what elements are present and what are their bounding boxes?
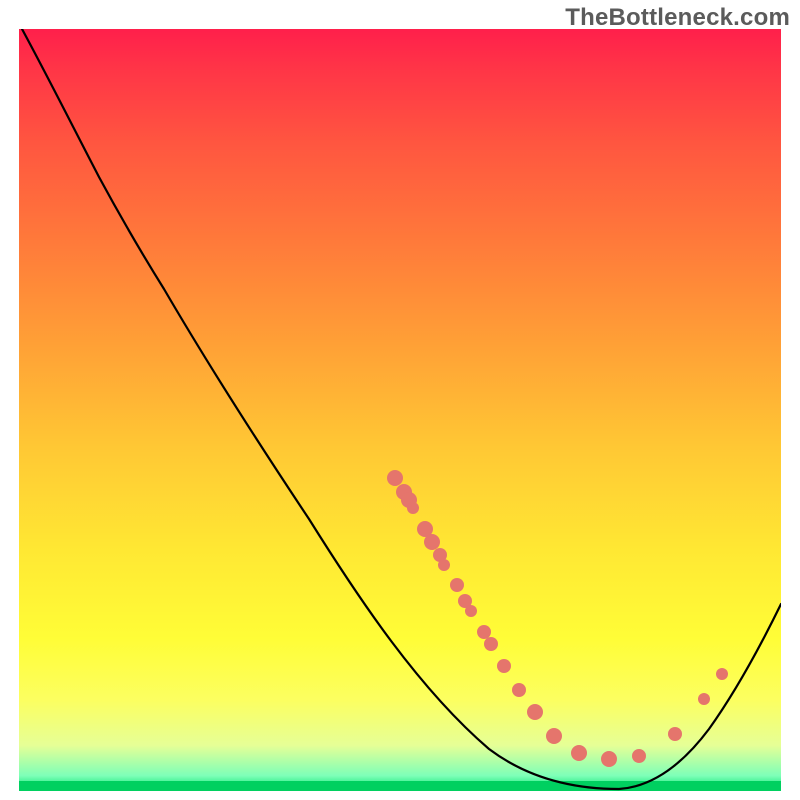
data-dot xyxy=(571,745,587,761)
data-dot xyxy=(387,470,403,486)
data-dot xyxy=(668,727,682,741)
chart-canvas: TheBottleneck.com xyxy=(0,0,800,800)
data-dot xyxy=(424,534,440,550)
data-dot xyxy=(632,749,646,763)
data-dot xyxy=(484,637,498,651)
data-dot xyxy=(546,728,562,744)
data-dot xyxy=(698,693,710,705)
data-dot xyxy=(512,683,526,697)
data-dot xyxy=(497,659,511,673)
dots-group xyxy=(387,470,728,767)
data-dot xyxy=(477,625,491,639)
data-dot xyxy=(601,751,617,767)
data-dot xyxy=(407,502,419,514)
data-dot xyxy=(450,578,464,592)
plot-area xyxy=(19,29,781,791)
data-dot xyxy=(716,668,728,680)
data-dot xyxy=(527,704,543,720)
main-curve xyxy=(22,29,781,789)
data-dot xyxy=(438,559,450,571)
curve-svg xyxy=(19,29,781,791)
watermark-text: TheBottleneck.com xyxy=(565,4,790,32)
data-dot xyxy=(465,605,477,617)
